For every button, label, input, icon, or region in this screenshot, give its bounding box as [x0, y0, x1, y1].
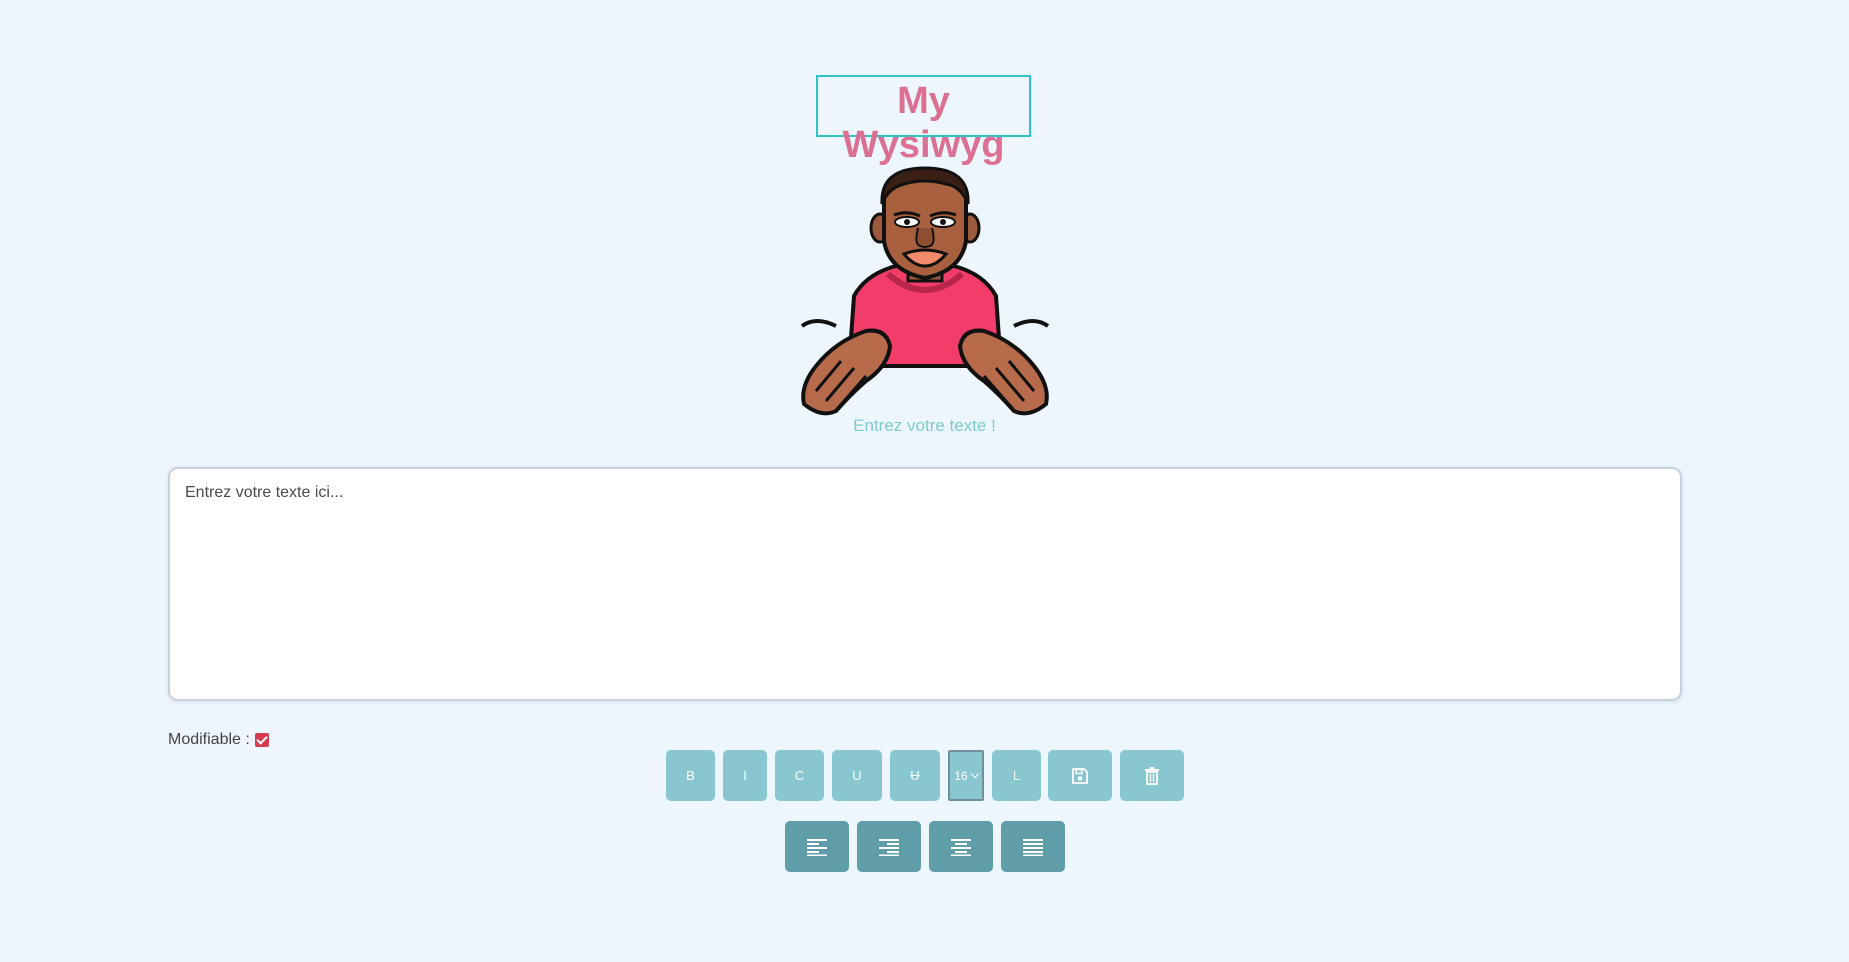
bold-button[interactable]: B	[666, 750, 715, 801]
align-justify-icon	[1023, 838, 1043, 856]
bold-button-label: B	[686, 768, 695, 783]
underline-button-label: U	[852, 768, 862, 783]
align-right-icon	[879, 838, 899, 856]
strikethrough-button[interactable]: U	[890, 750, 940, 801]
editor-placeholder: Entrez votre texte ici...	[185, 484, 344, 501]
page: My Wysiwyg Entrez votre texte ! Entrez v…	[0, 0, 1849, 962]
italic-button[interactable]: I	[723, 750, 767, 801]
font-size-select[interactable]: 16	[948, 750, 984, 801]
trash-icon	[1145, 766, 1159, 785]
align-right-button[interactable]	[857, 821, 921, 872]
align-center-icon	[951, 838, 971, 856]
strikethrough-button-label: U	[910, 768, 920, 783]
save-button[interactable]	[1048, 750, 1112, 801]
title-box: My Wysiwyg	[816, 75, 1031, 166]
underline-button[interactable]: U	[832, 750, 882, 801]
align-center-button[interactable]	[929, 821, 993, 872]
save-icon	[1072, 767, 1088, 784]
delete-button[interactable]	[1120, 750, 1184, 801]
link-button[interactable]: L	[992, 750, 1041, 801]
color-button-label: C	[794, 768, 805, 783]
align-left-button[interactable]	[785, 821, 849, 872]
link-button-label: L	[1012, 768, 1021, 783]
align-justify-button[interactable]	[1001, 821, 1065, 872]
color-button[interactable]: C	[775, 750, 824, 801]
italic-button-label: I	[743, 768, 747, 783]
page-title: My Wysiwyg	[842, 80, 1005, 166]
editor-prompt: Entrez votre texte !	[853, 416, 996, 435]
text-editor[interactable]: Entrez votre texte ici...	[168, 467, 1682, 701]
modifiable-checkbox[interactable]	[254, 733, 269, 747]
modifiable-toggle: Modifiable :	[168, 731, 269, 749]
align-left-icon	[807, 838, 827, 856]
chevron-down-icon	[970, 769, 979, 779]
avatar-illustration	[800, 166, 1050, 416]
modifiable-label: Modifiable :	[168, 731, 250, 748]
font-size-value: 16	[954, 768, 968, 783]
